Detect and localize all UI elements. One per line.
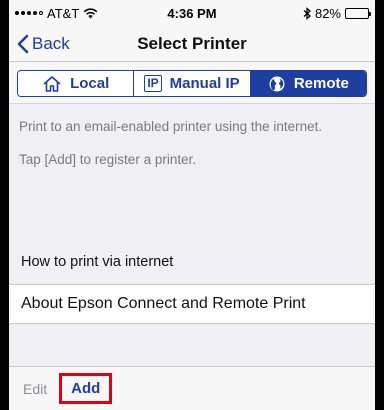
tab-manual-ip[interactable]: IP Manual IP [134, 71, 251, 96]
tab-manual-ip-label: Manual IP [169, 75, 240, 92]
edit-button[interactable]: Edit [23, 381, 47, 397]
list-item-label: About Epson Connect and Remote Print [21, 295, 306, 312]
list-item-epson-connect[interactable]: About Epson Connect and Remote Print [9, 284, 375, 324]
globe-icon [269, 76, 285, 91]
info-text: Print to an email-enabled printer using … [9, 104, 375, 198]
battery-icon [345, 7, 371, 19]
signal-strength-icon [15, 11, 43, 15]
back-button[interactable]: Back [9, 34, 70, 54]
battery-percent: 82% [314, 5, 341, 21]
segmented-control: Local IP Manual IP Remote [17, 70, 367, 97]
section-header: How to print via internet [21, 254, 174, 270]
connection-type-bar: Local IP Manual IP Remote [9, 62, 375, 104]
info-description: Print to an email-enabled printer using … [19, 119, 323, 134]
status-bar: AT&T 4:36 PM 82% [9, 0, 375, 26]
info-instruction: Tap [Add] to register a printer. [19, 152, 197, 167]
add-button[interactable]: Add [59, 373, 113, 404]
ip-icon: IP [144, 75, 162, 92]
tab-local[interactable]: Local [18, 71, 135, 96]
app-screen: AT&T 4:36 PM 82% Back Select Printer Loc… [9, 0, 375, 410]
status-left: AT&T [15, 6, 98, 21]
wifi-icon [83, 7, 98, 18]
chevron-left-icon [17, 34, 29, 53]
tab-remote[interactable]: Remote [250, 71, 366, 96]
tab-local-label: Local [70, 75, 110, 92]
bottom-toolbar: Edit Add [9, 366, 375, 410]
carrier-label: AT&T [47, 5, 80, 21]
bluetooth-icon [303, 6, 311, 20]
home-icon [43, 75, 61, 92]
back-label: Back [32, 33, 70, 53]
navigation-bar: Back Select Printer [9, 26, 375, 62]
tab-remote-label: Remote [293, 75, 349, 92]
status-right: 82% [303, 5, 371, 21]
